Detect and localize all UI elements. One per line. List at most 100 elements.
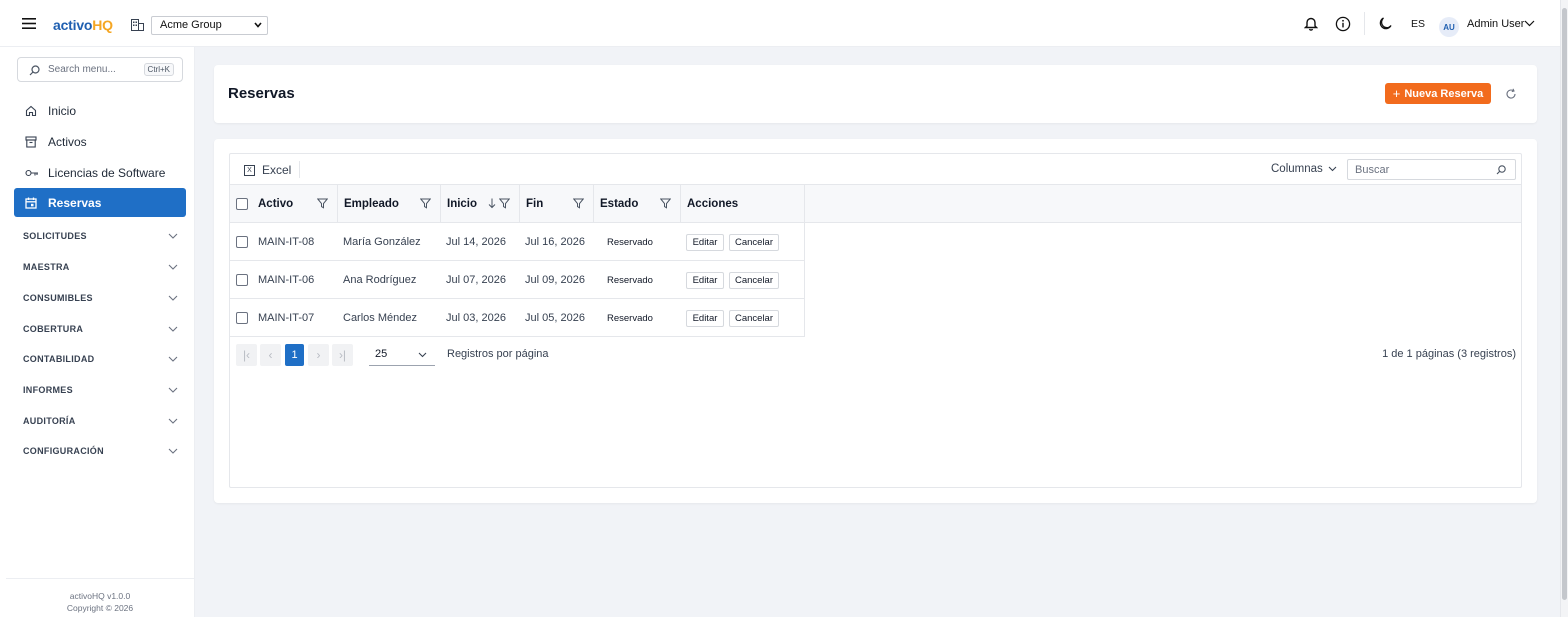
filter-icon[interactable]	[420, 198, 431, 209]
sidebar-item-reservas[interactable]: Reservas	[14, 188, 186, 217]
sidebar-section-contabilidad[interactable]: CONTABILIDAD	[23, 354, 178, 364]
chevron-down-icon	[168, 264, 178, 270]
sidebar-item-label: Activos	[48, 134, 87, 149]
page-scrollbar[interactable]	[1560, 0, 1568, 617]
prev-page-button[interactable]: ‹	[260, 344, 281, 366]
page-title: Reservas	[228, 85, 295, 102]
sidebar-item-label: Inicio	[48, 103, 77, 118]
chevron-down-icon	[168, 448, 178, 454]
table-row[interactable]: MAIN-IT-07 Carlos Méndez Jul 03, 2026 Ju…	[230, 299, 805, 337]
first-page-button[interactable]: |‹	[236, 344, 257, 366]
columns-label: Columnas	[1271, 163, 1323, 175]
cell-inicio: Jul 14, 2026	[446, 236, 506, 248]
page-button-current[interactable]: 1	[285, 344, 304, 366]
table-row[interactable]: MAIN-IT-06 Ana Rodríguez Jul 07, 2026 Ju…	[230, 261, 805, 299]
filter-icon[interactable]	[499, 198, 510, 209]
cell-fin: Jul 05, 2026	[525, 312, 585, 324]
dark-mode-icon[interactable]	[1378, 0, 1393, 47]
export-excel-button[interactable]: X Excel	[244, 163, 291, 177]
sidebar-section-maestra[interactable]: MAESTRA	[23, 262, 178, 272]
edit-button[interactable]: Editar	[686, 271, 724, 289]
language-switch[interactable]: ES	[1411, 0, 1425, 47]
page-size-value: 25	[375, 348, 388, 360]
chevron-down-icon	[1328, 166, 1337, 172]
row-checkbox[interactable]	[236, 236, 248, 248]
archive-icon	[25, 135, 39, 148]
next-page-button[interactable]: ›	[308, 344, 329, 366]
column-header-estado[interactable]: Estado	[594, 185, 681, 223]
column-header-inicio[interactable]: Inicio	[441, 185, 520, 223]
new-reservation-button[interactable]: + Nueva Reserva	[1385, 83, 1491, 104]
user-name[interactable]: Admin User	[1467, 0, 1524, 47]
column-header-activo[interactable]: Activo	[252, 185, 338, 223]
cell-fin: Jul 16, 2026	[525, 236, 585, 248]
status-badge: Reservado	[607, 274, 653, 286]
columns-button[interactable]: Columnas	[1271, 163, 1337, 175]
cell-activo: MAIN-IT-08	[258, 236, 315, 248]
table-row[interactable]: MAIN-IT-08 María González Jul 14, 2026 J…	[230, 223, 805, 261]
grid-toolbar: X Excel Columnas Buscar	[230, 154, 1521, 185]
filter-icon[interactable]	[573, 198, 584, 209]
chevron-down-icon	[254, 22, 262, 28]
grid-search-input[interactable]: Buscar	[1347, 159, 1516, 180]
edit-button[interactable]: Editar	[686, 309, 724, 327]
reservations-card: X Excel Columnas Buscar Activo Empleado …	[214, 139, 1537, 503]
sidebar: Search menu... Ctrl+K Inicio Activos Lic…	[0, 47, 195, 617]
cell-empleado: María González	[343, 236, 421, 248]
search-menu-input[interactable]: Search menu... Ctrl+K	[17, 57, 183, 82]
per-page-label: Registros por página	[447, 348, 549, 360]
toolbar-divider	[1364, 12, 1365, 35]
edit-button[interactable]: Editar	[686, 233, 724, 251]
excel-icon: X	[244, 164, 255, 176]
chevron-down-icon	[168, 356, 178, 362]
sidebar-section-configuracion[interactable]: CONFIGURACIÓN	[23, 446, 178, 456]
cancel-button[interactable]: Cancelar	[729, 309, 779, 327]
select-all-cell	[230, 185, 252, 223]
search-icon	[29, 65, 40, 76]
bell-icon[interactable]	[1304, 0, 1318, 47]
scrollbar-thumb[interactable]	[1562, 8, 1567, 600]
sidebar-item-label: Licencias de Software	[48, 165, 166, 180]
sort-down-icon[interactable]	[488, 198, 496, 209]
cell-empleado: Ana Rodríguez	[343, 274, 417, 286]
sidebar-section-solicitudes[interactable]: SOLICITUDES	[23, 231, 178, 241]
app-logo[interactable]: activoHQ	[53, 17, 113, 33]
pager: |‹ ‹ 1 › ›| 25 Registros por página 1 de…	[230, 338, 1521, 368]
sidebar-item-inicio[interactable]: Inicio	[14, 96, 186, 125]
building-icon	[131, 19, 144, 31]
keyboard-shortcut-badge: Ctrl+K	[143, 63, 174, 76]
grid-search-placeholder: Buscar	[1355, 164, 1390, 176]
cell-activo: MAIN-IT-07	[258, 312, 315, 324]
filter-icon[interactable]	[317, 198, 328, 209]
export-excel-label: Excel	[262, 163, 292, 177]
sidebar-section-cobertura[interactable]: COBERTURA	[23, 324, 178, 334]
cell-inicio: Jul 07, 2026	[446, 274, 506, 286]
filter-icon[interactable]	[660, 198, 671, 209]
column-header-fin[interactable]: Fin	[520, 185, 594, 223]
page-size-select[interactable]: 25	[369, 343, 435, 366]
sidebar-item-licencias[interactable]: Licencias de Software	[14, 158, 186, 187]
sidebar-section-consumibles[interactable]: CONSUMIBLES	[23, 293, 178, 303]
table-header: Activo Empleado Inicio Fin Estado Accion…	[230, 185, 1521, 223]
sidebar-section-auditoria[interactable]: AUDITORÍA	[23, 416, 178, 426]
last-page-button[interactable]: ›|	[332, 344, 353, 366]
row-checkbox[interactable]	[236, 312, 248, 324]
key-icon	[25, 168, 39, 178]
row-checkbox[interactable]	[236, 274, 248, 286]
sidebar-footer: activoHQ v1.0.0 Copyright © 2026	[6, 578, 194, 614]
cancel-button[interactable]: Cancelar	[729, 271, 779, 289]
avatar[interactable]: AU	[1439, 17, 1459, 37]
organization-select[interactable]: Acme Group	[151, 16, 268, 35]
select-all-checkbox[interactable]	[236, 198, 248, 210]
chevron-down-icon[interactable]	[1524, 0, 1535, 47]
menu-icon[interactable]	[22, 18, 36, 29]
reservations-grid: X Excel Columnas Buscar Activo Empleado …	[229, 153, 1522, 488]
column-header-empleado[interactable]: Empleado	[338, 185, 441, 223]
sidebar-section-informes[interactable]: INFORMES	[23, 385, 178, 395]
refresh-icon[interactable]	[1505, 88, 1517, 100]
sidebar-item-activos[interactable]: Activos	[14, 127, 186, 156]
info-icon[interactable]	[1335, 0, 1351, 47]
cancel-button[interactable]: Cancelar	[729, 233, 779, 251]
page-info: 1 de 1 páginas (3 registros)	[1382, 348, 1516, 360]
toolbar-divider	[299, 161, 300, 178]
